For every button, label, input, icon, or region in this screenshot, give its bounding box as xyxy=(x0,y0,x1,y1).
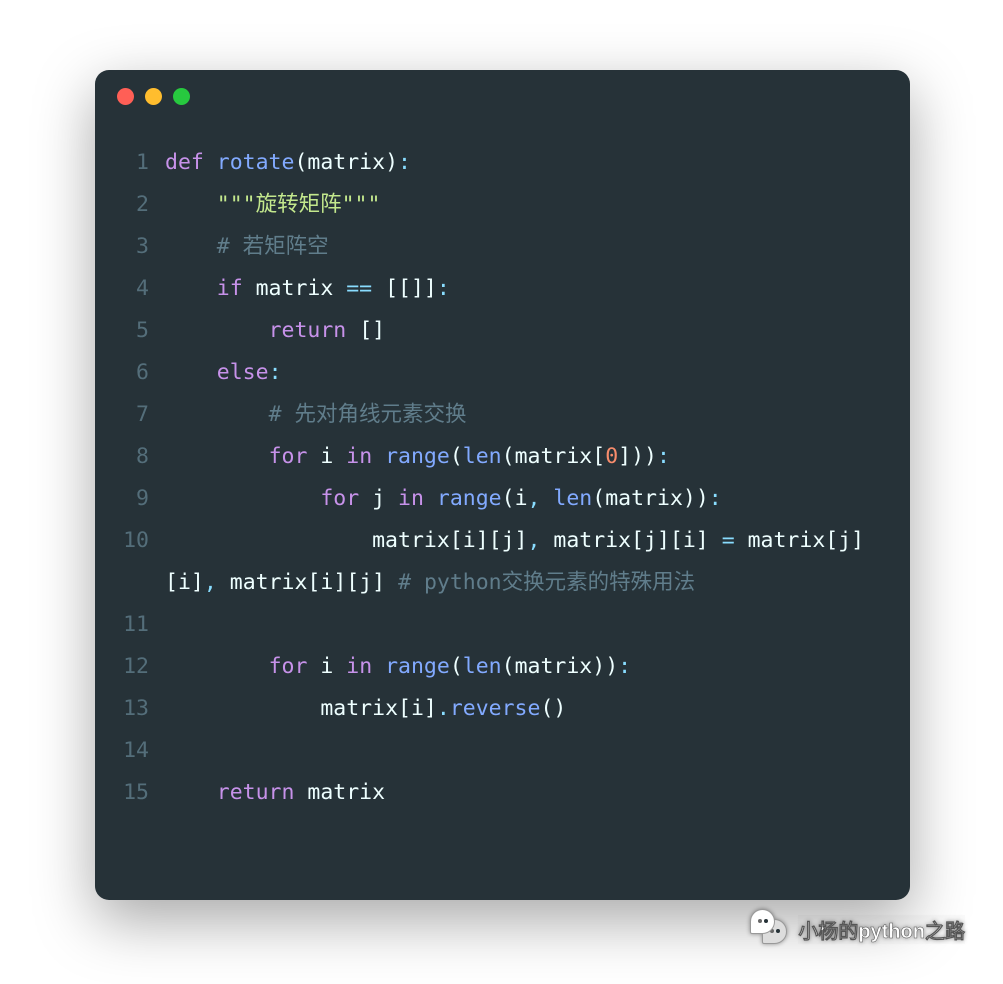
line-number: 11 xyxy=(95,604,165,646)
code-content: matrix[i][j], matrix[j][i] = matrix[j][i… xyxy=(165,520,882,604)
line-number: 1 xyxy=(95,142,165,184)
code-line: 14 xyxy=(95,730,882,772)
code-line: 5 return [] xyxy=(95,310,882,352)
code-editor: 1def rotate(matrix):2 """旋转矩阵"""3 # 若矩阵空… xyxy=(95,122,910,834)
code-content xyxy=(165,604,882,646)
watermark: 小杨的python之路 xyxy=(750,909,965,949)
line-number: 15 xyxy=(95,772,165,814)
line-number: 13 xyxy=(95,688,165,730)
line-number: 10 xyxy=(95,520,165,562)
line-number: 14 xyxy=(95,730,165,772)
line-number: 7 xyxy=(95,394,165,436)
maximize-icon[interactable] xyxy=(173,88,190,105)
code-content: for i in range(len(matrix)): xyxy=(165,646,882,688)
line-number: 9 xyxy=(95,478,165,520)
code-content: return matrix xyxy=(165,772,882,814)
code-line: 8 for i in range(len(matrix[0])): xyxy=(95,436,882,478)
code-content: return [] xyxy=(165,310,882,352)
line-number: 5 xyxy=(95,310,165,352)
code-content: matrix[i].reverse() xyxy=(165,688,882,730)
code-content xyxy=(165,730,882,772)
code-content: if matrix == [[]]: xyxy=(165,268,882,310)
line-number: 12 xyxy=(95,646,165,688)
titlebar xyxy=(95,70,910,122)
line-number: 6 xyxy=(95,352,165,394)
code-content: else: xyxy=(165,352,882,394)
code-line: 7 # 先对角线元素交换 xyxy=(95,394,882,436)
code-line: 6 else: xyxy=(95,352,882,394)
line-number: 4 xyxy=(95,268,165,310)
code-content: def rotate(matrix): xyxy=(165,142,882,184)
code-line: 4 if matrix == [[]]: xyxy=(95,268,882,310)
line-number: 8 xyxy=(95,436,165,478)
wechat-icon xyxy=(750,909,790,949)
code-line: 12 for i in range(len(matrix)): xyxy=(95,646,882,688)
code-line: 9 for j in range(i, len(matrix)): xyxy=(95,478,882,520)
close-icon[interactable] xyxy=(117,88,134,105)
minimize-icon[interactable] xyxy=(145,88,162,105)
code-line: 2 """旋转矩阵""" xyxy=(95,184,882,226)
code-content: for j in range(i, len(matrix)): xyxy=(165,478,882,520)
watermark-text: 小杨的python之路 xyxy=(798,915,965,944)
code-content: for i in range(len(matrix[0])): xyxy=(165,436,882,478)
code-line: 10 matrix[i][j], matrix[j][i] = matrix[j… xyxy=(95,520,882,604)
code-window: 1def rotate(matrix):2 """旋转矩阵"""3 # 若矩阵空… xyxy=(95,70,910,900)
code-content: """旋转矩阵""" xyxy=(165,184,882,226)
code-content: # 先对角线元素交换 xyxy=(165,394,882,436)
code-line: 13 matrix[i].reverse() xyxy=(95,688,882,730)
code-line: 15 return matrix xyxy=(95,772,882,814)
code-content: # 若矩阵空 xyxy=(165,226,882,268)
line-number: 3 xyxy=(95,226,165,268)
code-line: 1def rotate(matrix): xyxy=(95,142,882,184)
line-number: 2 xyxy=(95,184,165,226)
code-line: 3 # 若矩阵空 xyxy=(95,226,882,268)
code-line: 11 xyxy=(95,604,882,646)
